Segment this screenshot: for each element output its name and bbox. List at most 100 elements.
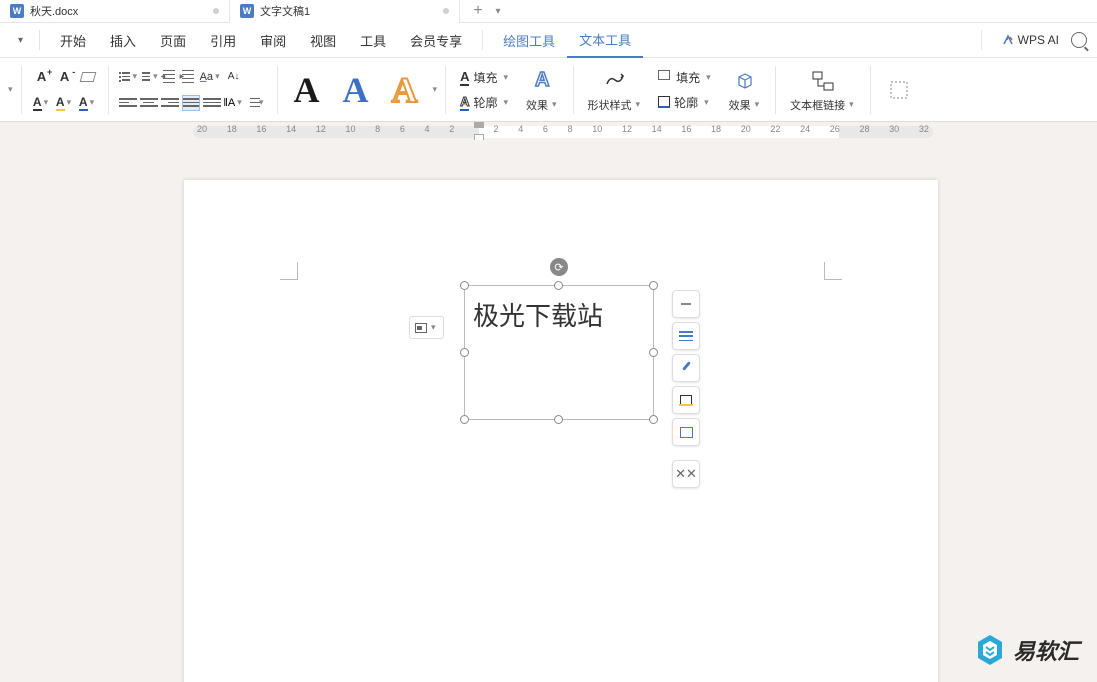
wps-ai-label: WPS AI — [1018, 33, 1059, 47]
lines-icon — [679, 331, 693, 341]
indent-increase-button[interactable] — [182, 70, 198, 84]
font-color-a-button[interactable]: A▾ — [32, 93, 52, 113]
menu-page[interactable]: 页面 — [148, 31, 198, 50]
text-effect-button[interactable]: A 效果▾ — [518, 67, 567, 113]
layout-options-button[interactable]: ▾ — [409, 316, 444, 339]
document-tab-1[interactable]: W 秋天.docx — [0, 0, 230, 23]
outline-icon — [658, 96, 670, 108]
text-style-a3[interactable]: A — [382, 65, 428, 115]
selected-textbox[interactable]: ⟳ 极光下载站 — [464, 285, 654, 420]
floating-toolbar: ✕✕ — [672, 290, 700, 488]
resize-handle-tr[interactable] — [649, 281, 658, 290]
clear-format-button[interactable] — [78, 67, 98, 87]
resize-handle-tm[interactable] — [554, 281, 563, 290]
text-style-a2[interactable]: A — [333, 65, 379, 115]
watermark: 易软汇 — [975, 633, 1079, 667]
number-list-button[interactable]: ▾ — [142, 69, 160, 84]
float-align-button[interactable] — [672, 322, 700, 350]
font-grow-button[interactable]: A — [32, 67, 52, 87]
tab-label: 秋天.docx — [30, 3, 78, 19]
font-color-b-button[interactable]: A▾ — [78, 93, 98, 113]
margin-corner-icon — [280, 262, 298, 280]
resize-handle-br[interactable] — [649, 415, 658, 424]
close-icon[interactable] — [213, 8, 219, 14]
float-brush-button[interactable] — [672, 354, 700, 382]
shape-effect-button[interactable]: 效果▾ — [721, 67, 770, 113]
shape-style-button[interactable]: 形状样式▾ — [580, 67, 651, 113]
sort-button[interactable]: A↓ — [224, 67, 244, 87]
resize-handle-ml[interactable] — [460, 348, 469, 357]
float-tools-button[interactable]: ✕✕ — [672, 460, 700, 488]
textbox-link-icon — [810, 69, 836, 93]
ai-icon — [1002, 34, 1014, 46]
word-icon: W — [10, 4, 24, 18]
rect-icon — [680, 427, 693, 438]
horizontal-ruler[interactable]: 2018161412108642246810121416182022242628… — [183, 122, 943, 140]
float-fill-button[interactable] — [672, 386, 700, 414]
layout-icon — [415, 323, 427, 333]
text-fill-button[interactable]: A填充▾ — [456, 67, 514, 88]
menu-bar: ▾ 开始 插入 页面 引用 审阅 视图 工具 会员专享 绘图工具 文本工具 WP… — [0, 23, 1097, 58]
resize-handle-mr[interactable] — [649, 348, 658, 357]
menu-insert[interactable]: 插入 — [98, 31, 148, 50]
search-icon[interactable] — [1071, 32, 1087, 48]
textbox-text[interactable]: 极光下载站 — [465, 286, 653, 343]
cube-icon — [733, 69, 757, 93]
menu-dropdown-button[interactable]: ▾ — [10, 35, 31, 46]
bucket-icon — [679, 395, 693, 406]
align-distribute-button[interactable] — [203, 95, 221, 111]
paint-bucket-icon — [658, 70, 672, 84]
menu-review[interactable]: 审阅 — [248, 31, 298, 50]
margin-corner-icon — [824, 262, 842, 280]
document-tab-2[interactable]: W 文字文稿1 — [230, 0, 460, 23]
toolbar-prev-button[interactable]: ▾ — [6, 82, 15, 97]
indent-decrease-button[interactable] — [163, 70, 179, 84]
document-page[interactable]: ▾ ⟳ 极光下载站 ✕✕ — [184, 180, 938, 682]
shape-fill-button[interactable]: 填充▾ — [654, 67, 717, 88]
align-center-button[interactable] — [140, 95, 158, 111]
toolbar-extra-button[interactable] — [877, 76, 921, 104]
font-shrink-button[interactable]: A — [55, 67, 75, 87]
add-tab-button[interactable]: + — [468, 1, 488, 21]
menu-drawing-tools[interactable]: 绘图工具 — [491, 31, 567, 50]
menu-start[interactable]: 开始 — [48, 31, 98, 50]
text-outline-button[interactable]: A轮廓▾ — [456, 92, 514, 113]
minus-icon — [681, 303, 691, 305]
align-left-button[interactable] — [119, 95, 137, 111]
text-style-more-button[interactable]: ▾ — [431, 82, 440, 97]
tab-menu-button[interactable]: ▾ — [488, 6, 508, 17]
shape-style-icon — [602, 68, 628, 94]
rotate-handle[interactable]: ⟳ — [550, 258, 568, 276]
line-spacing-button[interactable]: ▾ — [247, 93, 267, 113]
textbox-link-button[interactable]: 文本框链接▾ — [782, 67, 864, 113]
document-canvas[interactable]: ▾ ⟳ 极光下载站 ✕✕ — [0, 140, 1097, 682]
tab-bar: W 秋天.docx W 文字文稿1 + ▾ — [0, 0, 1097, 23]
menu-reference[interactable]: 引用 — [198, 31, 248, 50]
menu-view[interactable]: 视图 — [298, 31, 348, 50]
menu-tools[interactable]: 工具 — [348, 31, 398, 50]
wps-ai-button[interactable]: WPS AI — [1002, 33, 1059, 47]
bullet-list-button[interactable]: ▾ — [119, 69, 140, 84]
word-icon: W — [240, 4, 254, 18]
change-case-button[interactable]: A̲a▾ — [201, 67, 221, 87]
ribbon-toolbar: ▾ A A A▾ A▾ A▾ ▾ ▾ A̲a▾ A↓ ǁA▾ — [0, 58, 1097, 122]
float-outline-button[interactable] — [672, 418, 700, 446]
shape-outline-button[interactable]: 轮廓▾ — [654, 92, 717, 113]
align-justify-button[interactable] — [182, 95, 200, 111]
highlight-button[interactable]: A▾ — [55, 93, 75, 113]
text-style-a1[interactable]: A — [284, 65, 330, 115]
float-collapse-button[interactable] — [672, 290, 700, 318]
menu-text-tools[interactable]: 文本工具 — [567, 23, 643, 58]
resize-handle-bl[interactable] — [460, 415, 469, 424]
watermark-text: 易软汇 — [1013, 634, 1079, 666]
text-direction-button[interactable]: ǁA▾ — [224, 93, 244, 113]
resize-handle-tl[interactable] — [460, 281, 469, 290]
watermark-logo-icon — [975, 633, 1005, 667]
resize-handle-bm[interactable] — [554, 415, 563, 424]
dashed-box-icon — [888, 79, 910, 101]
close-icon[interactable] — [443, 8, 449, 14]
align-right-button[interactable] — [161, 95, 179, 111]
menu-member[interactable]: 会员专享 — [398, 31, 474, 50]
tab-label: 文字文稿1 — [260, 3, 310, 19]
tools-icon: ✕✕ — [675, 466, 697, 482]
